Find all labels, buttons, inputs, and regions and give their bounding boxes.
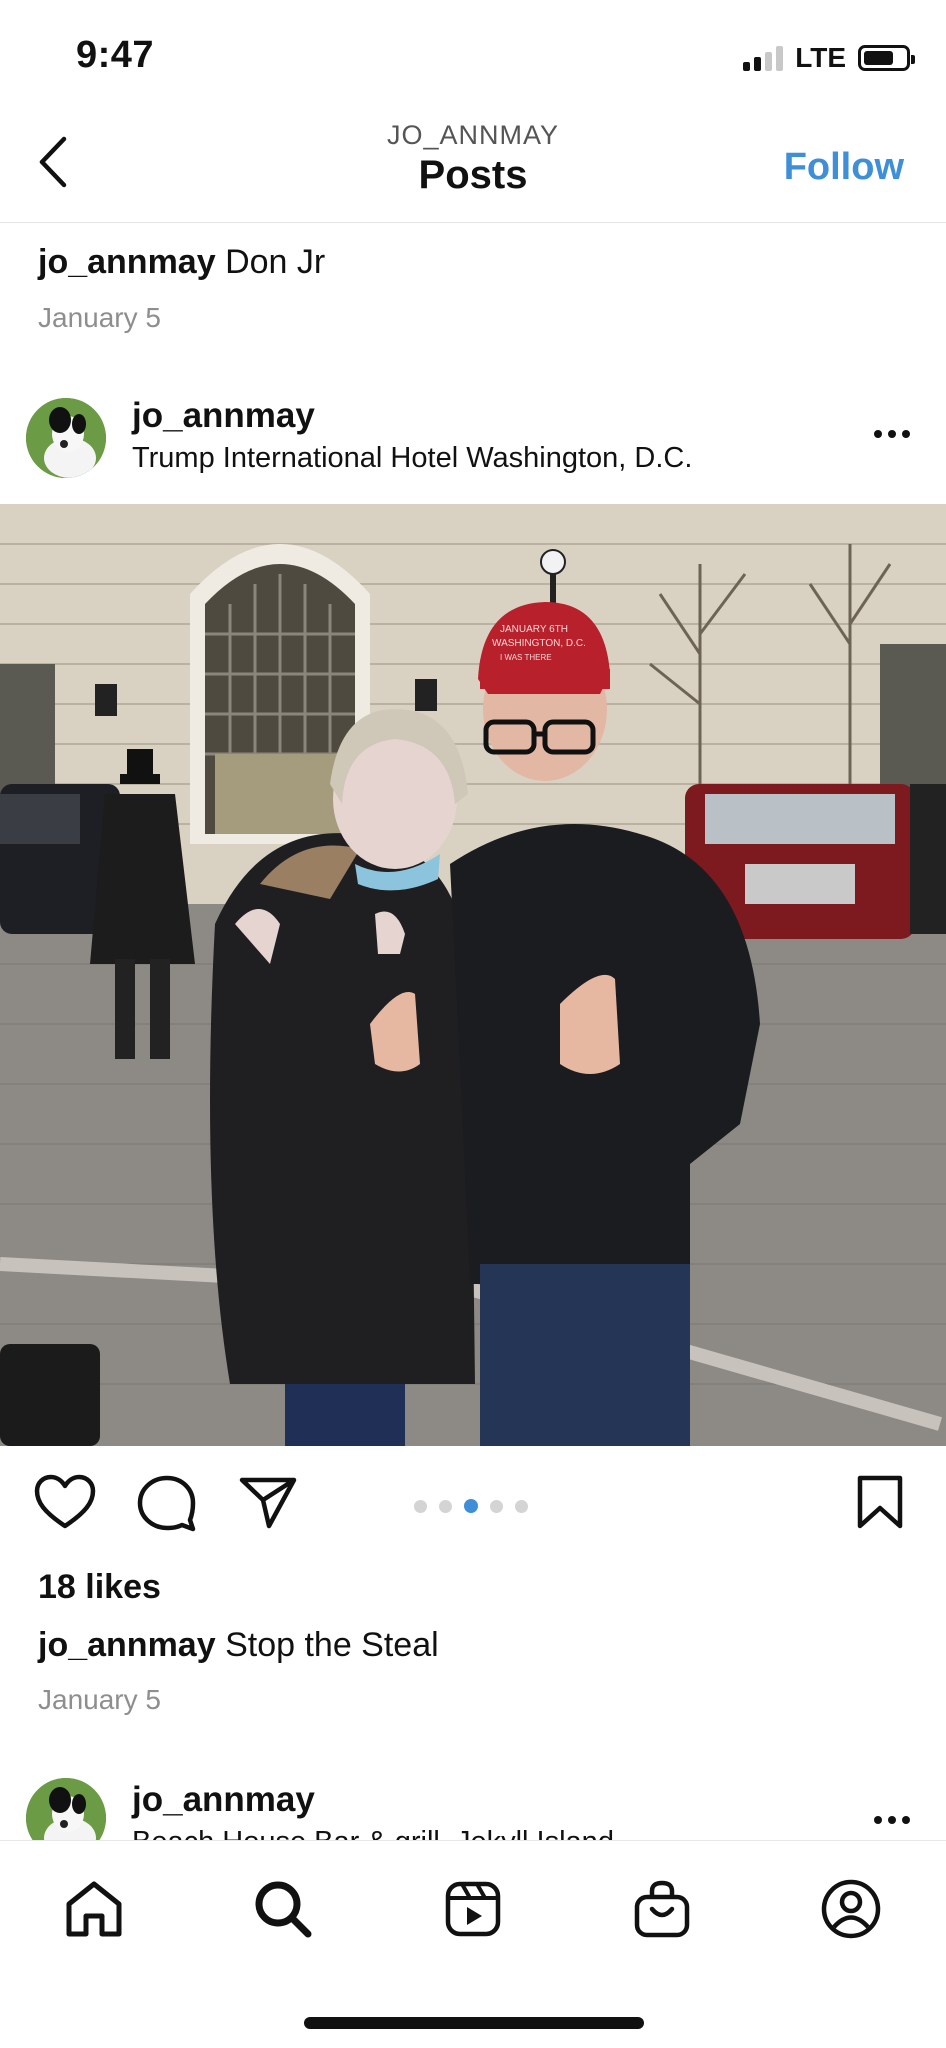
- likes-count[interactable]: 18 likes: [38, 1568, 161, 1607]
- hat-text-line-1: JANUARY 6TH: [500, 624, 568, 635]
- tab-bar: [0, 1840, 946, 2048]
- avatar[interactable]: [26, 398, 106, 478]
- carousel-dot: [464, 1499, 478, 1513]
- more-options-button[interactable]: [874, 1816, 910, 1824]
- post-location[interactable]: Trump International Hotel Washington, D.…: [132, 442, 692, 475]
- bookmark-icon[interactable]: [855, 1474, 905, 1530]
- status-time: 9:47: [76, 34, 155, 76]
- tab-reels[interactable]: [433, 1869, 513, 1949]
- post-photo[interactable]: JANUARY 6TH WASHINGTON, D.C. I WAS THERE: [0, 504, 946, 1446]
- tab-search[interactable]: [243, 1869, 323, 1949]
- hat-text-line-2: WASHINGTON, D.C.: [492, 638, 586, 649]
- next-post-location[interactable]: Beach House Bar & grill, Jekyll Island: [132, 1826, 614, 1840]
- previous-post-date: January 5: [38, 302, 161, 333]
- caption-username[interactable]: jo_annmay: [38, 1626, 216, 1664]
- shop-icon: [634, 1880, 690, 1938]
- comment-icon[interactable]: [136, 1474, 196, 1532]
- previous-post-username[interactable]: jo_annmay: [38, 243, 216, 281]
- next-post-username[interactable]: jo_annmay: [132, 1780, 315, 1820]
- hat-text-line-3: I WAS THERE: [500, 653, 552, 662]
- search-icon: [255, 1881, 312, 1938]
- carousel-dot: [414, 1500, 427, 1513]
- carousel-dot: [515, 1500, 528, 1513]
- share-icon[interactable]: [238, 1474, 298, 1530]
- home-indicator[interactable]: [304, 2017, 644, 2029]
- dog-avatar-icon: [26, 398, 106, 478]
- tab-profile[interactable]: [811, 1869, 891, 1949]
- post-caption: jo_annmay Stop the Steal: [38, 1626, 439, 1665]
- previous-post-caption-text: Don Jr: [225, 243, 326, 281]
- more-options-button[interactable]: [874, 430, 910, 438]
- follow-button[interactable]: Follow: [784, 146, 904, 189]
- tab-home[interactable]: [54, 1869, 134, 1949]
- signal-icon: [743, 45, 784, 71]
- status-indicators: LTE: [743, 42, 915, 74]
- profile-icon: [821, 1879, 881, 1939]
- previous-post-caption: jo_annmay Don Jr: [38, 243, 325, 282]
- network-label: LTE: [795, 42, 846, 73]
- photo-illustration: JANUARY 6TH WASHINGTON, D.C. I WAS THERE: [0, 504, 946, 1446]
- carousel-indicator: [414, 1499, 528, 1513]
- post-header: jo_annmay Trump International Hotel Wash…: [0, 390, 946, 500]
- dog-avatar-icon: [26, 1778, 106, 1840]
- post-actions: [0, 1470, 946, 1540]
- heart-icon[interactable]: [34, 1474, 96, 1530]
- tab-shop[interactable]: [622, 1869, 702, 1949]
- caption-text: Stop the Steal: [225, 1626, 439, 1664]
- next-post-header: jo_annmay Beach House Bar & grill, Jekyl…: [0, 1770, 946, 1840]
- post-date: January 5: [38, 1684, 161, 1715]
- battery-icon: [858, 45, 915, 71]
- carousel-dot: [490, 1500, 503, 1513]
- nav-header: JO_ANNMAY Posts Follow: [0, 110, 946, 223]
- home-icon: [66, 1881, 122, 1937]
- avatar[interactable]: [26, 1778, 106, 1840]
- post-username[interactable]: jo_annmay: [132, 396, 315, 436]
- carousel-dot: [439, 1500, 452, 1513]
- status-bar: 9:47 LTE: [0, 0, 946, 110]
- reels-icon: [445, 1881, 501, 1937]
